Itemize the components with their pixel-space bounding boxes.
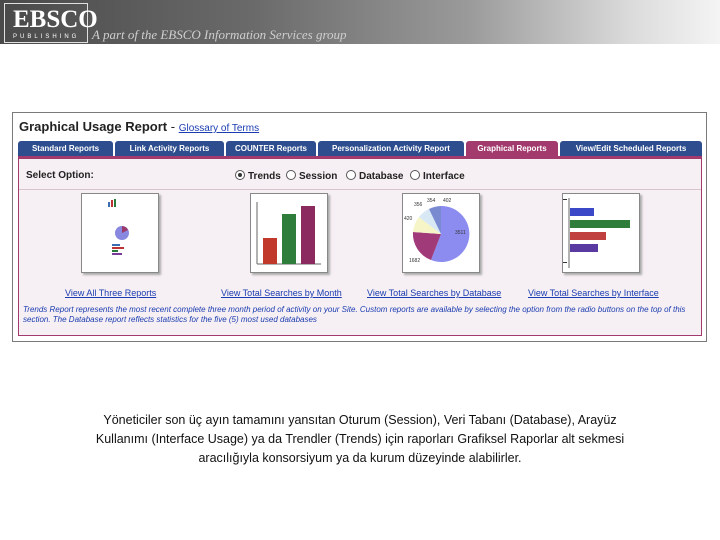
radio-session[interactable] <box>286 170 296 180</box>
logo-subtitle: PUBLISHING <box>13 34 80 40</box>
report-screenshot: Graphical Usage Report - Glossary of Ter… <box>12 112 707 342</box>
caption-line: Kullanımı (Interface Usage) ya da Trendl… <box>95 432 625 446</box>
caption-line: aracılığıyla konsorsiyum ya da kurum düz… <box>198 451 522 465</box>
report-title: Graphical Usage Report - Glossary of Ter… <box>19 119 259 134</box>
option-interface[interactable]: Interface <box>410 170 465 182</box>
banner-tagline: A part of the EBSCO Information Services… <box>92 27 347 42</box>
tab-graphical-reports[interactable]: Graphical Reports <box>466 141 558 156</box>
thumb-searches-by-database[interactable]: 356 354 402 420 3511 1682 <box>402 193 480 273</box>
thumb-searches-by-month[interactable] <box>250 193 328 273</box>
radio-interface[interactable] <box>410 170 420 180</box>
option-trends[interactable]: Trends <box>235 170 281 182</box>
ebsco-logo: EBSCO PUBLISHING <box>4 3 98 43</box>
pie-label: 420 <box>404 216 413 222</box>
tab-link-activity-reports[interactable]: Link Activity Reports <box>115 141 224 156</box>
tab-standard-reports[interactable]: Standard Reports <box>18 141 113 156</box>
tab-view-edit-scheduled-reports[interactable]: View/Edit Scheduled Reports <box>560 141 702 156</box>
trends-report-note: Trends Report represents the most recent… <box>23 305 686 324</box>
report-title-text: Graphical Usage Report <box>19 119 168 134</box>
tab-counter-reports[interactable]: COUNTER Reports <box>226 141 316 156</box>
caption-text: Yöneticiler son üç ayın tamamını yansıta… <box>40 411 680 468</box>
link-view-total-searches-by-month[interactable]: View Total Searches by Month <box>221 288 342 298</box>
pie-label: 402 <box>443 198 452 204</box>
thumb-searches-by-interface[interactable] <box>562 193 640 273</box>
title-separator: - <box>170 119 176 134</box>
header-banner: EBSCO PUBLISHING A part of the EBSCO Inf… <box>0 0 720 44</box>
glossary-link[interactable]: Glossary of Terms <box>179 123 259 134</box>
option-session[interactable]: Session <box>286 170 337 182</box>
divider <box>19 189 701 190</box>
pie-label: 1682 <box>409 258 420 264</box>
caption-line: Yöneticiler son üç ayın tamamını yansıta… <box>103 413 617 427</box>
tab-personalization-activity-report[interactable]: Personalization Activity Report <box>318 141 464 156</box>
select-option-label: Select Option: <box>26 170 94 181</box>
pie-label: 356 <box>414 202 423 208</box>
link-view-total-searches-by-interface[interactable]: View Total Searches by Interface <box>528 288 659 298</box>
link-view-total-searches-by-database[interactable]: View Total Searches by Database <box>367 288 501 298</box>
radio-trends[interactable] <box>235 170 245 180</box>
pie-label: 354 <box>427 198 436 204</box>
logo-word: EBSCO <box>13 6 98 33</box>
thumb-all-three-reports[interactable] <box>81 193 159 273</box>
radio-database[interactable] <box>346 170 356 180</box>
select-option-row: Select Option: Trends Session Database I… <box>24 169 694 185</box>
graphical-reports-panel: Select Option: Trends Session Database I… <box>18 156 702 336</box>
link-view-all-three-reports[interactable]: View All Three Reports <box>65 288 156 298</box>
option-database[interactable]: Database <box>346 170 403 182</box>
pie-label: 3511 <box>455 230 466 236</box>
